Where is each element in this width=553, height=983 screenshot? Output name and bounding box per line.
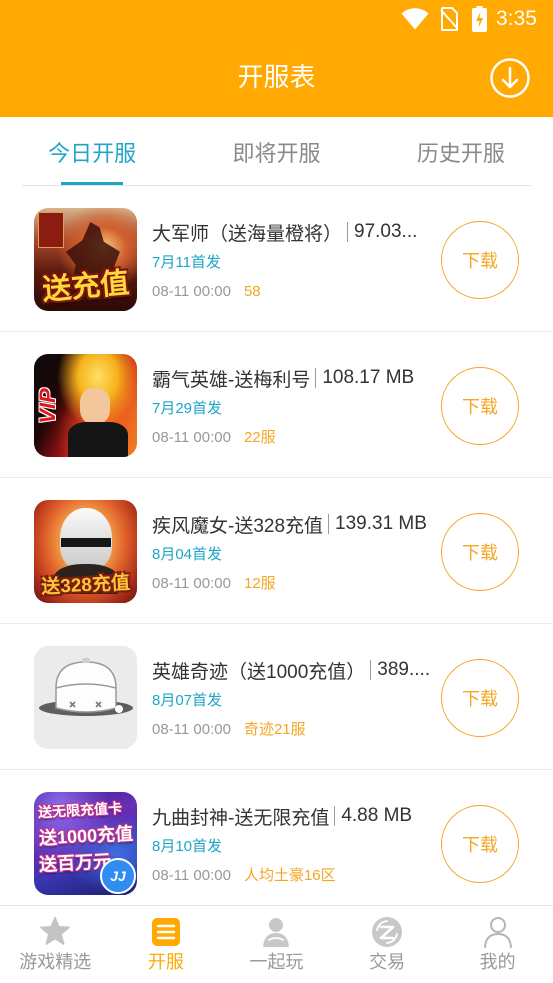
download-button[interactable]: 下载 [441, 659, 519, 737]
server-name: 奇迹21服 [243, 721, 306, 738]
first-release-date: 7月29首发 [152, 400, 223, 417]
download-button[interactable]: 下载 [441, 367, 519, 445]
nav-label: 开服 [147, 952, 184, 972]
game-name: 疾风魔女-送328充值 [152, 515, 324, 537]
game-name: 霸气英雄-送梅利号 [152, 369, 311, 391]
icon-lettering: 送328充值 [40, 572, 131, 599]
icon-lettering: VIP [35, 388, 60, 424]
tab-history[interactable]: 历史开服 [369, 117, 553, 186]
game-title-row: 九曲封神-送无限充值 4.88 MB [152, 803, 446, 829]
placeholder-helmet-icon [39, 658, 133, 716]
nav-item-featured[interactable]: 游戏精选 [0, 906, 111, 983]
download-circle-icon[interactable] [489, 57, 531, 99]
nav-item-profile[interactable]: 我的 [442, 906, 553, 983]
play-together-icon [263, 918, 290, 947]
game-icon: 送无限充值卡 送1000充值 送百万元 JJ [34, 792, 137, 895]
game-title-row: 霸气英雄-送梅利号 108.17 MB [152, 365, 446, 391]
tab-bar: 今日开服 即将开服 历史开服 [0, 117, 553, 186]
open-info: 08-11 00:00 22服 [152, 427, 276, 449]
title-separator [315, 368, 317, 388]
game-title-row: 大军师（送海量橙将） 97.03... [152, 219, 446, 245]
open-info: 08-11 00:00 奇迹21服 [152, 719, 306, 741]
nav-item-play-together[interactable]: 一起玩 [221, 906, 332, 983]
first-release-date: 8月04首发 [152, 546, 223, 563]
open-time: 08-11 00:00 [152, 283, 231, 300]
nav-label: 交易 [369, 952, 406, 972]
game-size: 97.03... [354, 221, 418, 242]
open-time: 08-11 00:00 [152, 721, 231, 738]
download-button[interactable]: 下载 [441, 221, 519, 299]
game-size: 139.31 MB [335, 513, 427, 534]
icon-lettering: 送无限充值卡 [37, 799, 123, 821]
status-time: 3:35 [496, 7, 537, 30]
profile-icon [483, 917, 512, 948]
game-size: 108.17 MB [322, 367, 415, 388]
title-separator [334, 806, 336, 826]
placeholder-image-icon [34, 646, 137, 749]
icon-lettering: 送充值 [41, 267, 131, 307]
open-info: 08-11 00:00 58 [152, 281, 261, 303]
wifi-icon [401, 8, 429, 30]
download-button[interactable]: 下载 [441, 513, 519, 591]
game-title-row: 英雄奇迹（送1000充值） 389.... [152, 657, 446, 683]
title-separator [328, 514, 330, 534]
first-release-date: 8月07首发 [152, 692, 223, 709]
first-release-date: 7月11首发 [152, 254, 221, 271]
list-item[interactable]: 送充值 大军师（送海量橙将） 97.03... 7月11首发 08-11 00:… [0, 186, 553, 332]
open-info: 08-11 00:00 人均土豪16区 [152, 865, 336, 887]
icon-lettering: 送1000充值 [38, 823, 134, 849]
open-time: 08-11 00:00 [152, 429, 231, 446]
nav-item-servers[interactable]: 开服 [111, 906, 222, 983]
nav-label: 一起玩 [249, 952, 304, 972]
publisher-logo-badge: JJ [100, 858, 136, 894]
icon-art-blindfold [61, 538, 111, 547]
nav-label: 我的 [479, 952, 516, 972]
page-title: 开服表 [237, 62, 316, 92]
game-size: 389.... [377, 659, 431, 680]
server-name: 58 [243, 283, 261, 300]
server-list-icon [151, 918, 180, 946]
server-list[interactable]: 送充值 大军师（送海量橙将） 97.03... 7月11首发 08-11 00:… [0, 186, 553, 905]
status-bar: 3:35 [0, 0, 553, 38]
game-name: 英雄奇迹（送1000充值） [152, 661, 366, 683]
icon-art-banner [38, 212, 64, 248]
top-bar: 3:35 开服表 [0, 0, 553, 117]
server-name: 22服 [243, 429, 276, 446]
trade-icon [372, 917, 403, 947]
open-time: 08-11 00:00 [152, 867, 231, 884]
game-icon: VIP [34, 354, 137, 457]
star-icon [40, 916, 71, 945]
server-name: 12服 [243, 575, 276, 592]
tab-label: 历史开服 [416, 140, 505, 166]
game-name: 大军师（送海量橙将） [152, 223, 343, 245]
open-time: 08-11 00:00 [152, 575, 231, 592]
list-item[interactable]: 送328充值 疾风魔女-送328充值 139.31 MB 8月04首发 08-1… [0, 478, 553, 624]
list-item[interactable]: VIP 霸气英雄-送梅利号 108.17 MB 7月29首发 08-11 00:… [0, 332, 553, 478]
icon-art-face [80, 388, 110, 424]
list-item[interactable]: 英雄奇迹（送1000充值） 389.... 8月07首发 08-11 00:00… [0, 624, 553, 770]
app-screen: 3:35 开服表 今日开服 即将开服 历史开服 送充值 大军师（送海量橙将） 9… [0, 0, 553, 983]
server-name: 人均土豪16区 [243, 867, 336, 884]
game-title-row: 疾风魔女-送328充值 139.31 MB [152, 511, 446, 537]
download-button[interactable]: 下载 [441, 805, 519, 883]
nav-label: 游戏精选 [19, 952, 92, 972]
game-size: 4.88 MB [341, 805, 413, 826]
no-sim-icon [440, 7, 458, 31]
list-item[interactable]: 送无限充值卡 送1000充值 送百万元 JJ 九曲封神-送无限充值 4.88 M… [0, 770, 553, 905]
title-separator [370, 660, 372, 680]
game-icon: 送充值 [34, 208, 137, 311]
tab-upcoming[interactable]: 即将开服 [184, 117, 368, 186]
title-separator [347, 222, 349, 242]
open-info: 08-11 00:00 12服 [152, 573, 276, 595]
tab-label: 今日开服 [48, 140, 137, 166]
icon-art-figure [68, 422, 128, 457]
first-release-date: 8月10首发 [152, 838, 223, 855]
game-icon: 送328充值 [34, 500, 137, 603]
nav-item-trade[interactable]: 交易 [332, 906, 443, 983]
tab-label: 即将开服 [232, 140, 321, 166]
bottom-nav: 游戏精选 开服 一起玩 交易 我的 [0, 905, 553, 983]
battery-charging-icon [472, 6, 487, 32]
game-name: 九曲封神-送无限充值 [152, 807, 330, 829]
tab-today[interactable]: 今日开服 [0, 117, 184, 186]
